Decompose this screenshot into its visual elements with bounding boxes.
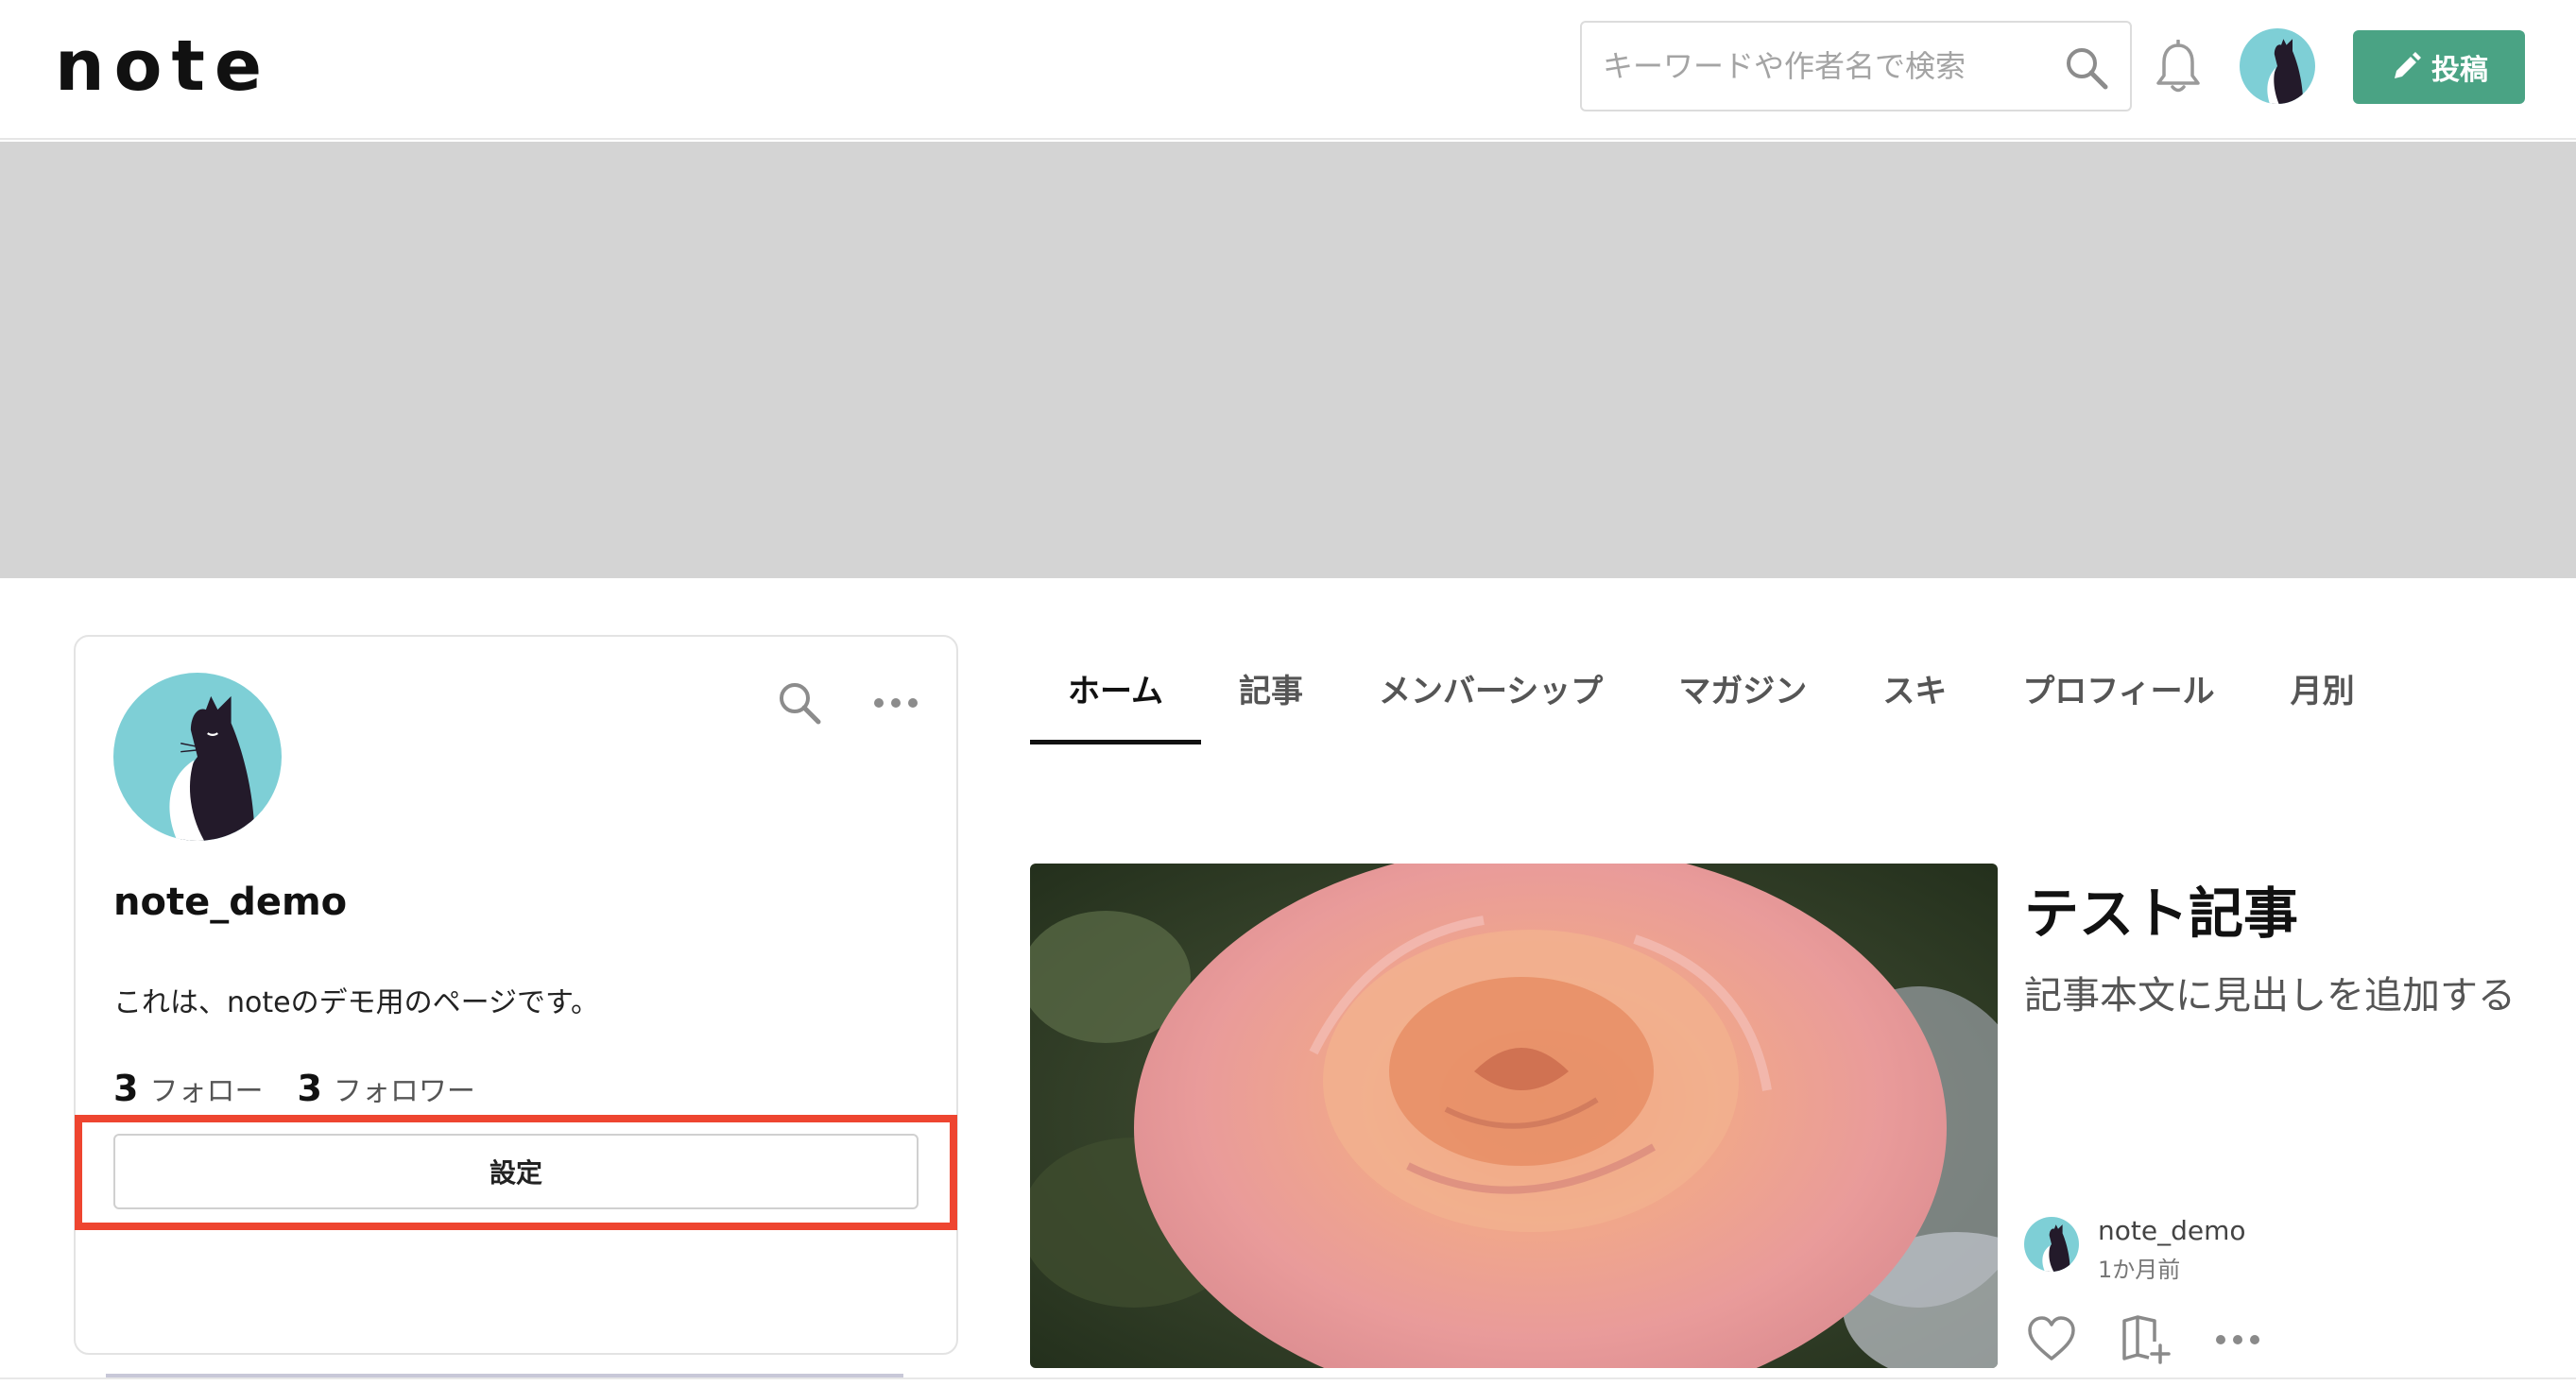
tab-articles[interactable]: 記事	[1201, 652, 1341, 744]
profile-username: note_demo	[113, 881, 348, 924]
search-icon[interactable]	[775, 678, 824, 727]
bell-icon[interactable]	[2155, 40, 2202, 94]
heart-icon[interactable]	[2026, 1313, 2077, 1366]
more-options-icon[interactable]	[869, 686, 922, 720]
settings-button[interactable]: 設定	[113, 1134, 919, 1209]
header-banner	[0, 142, 2576, 578]
rose-image	[1030, 864, 1998, 1368]
search-icon[interactable]	[2062, 43, 2111, 93]
page-bottom-divider	[0, 1377, 2576, 1379]
tab-membership[interactable]: メンバーシップ	[1341, 652, 1640, 744]
author-name[interactable]: note_demo	[2098, 1215, 2246, 1246]
profile-card: note_demo これは、noteのデモ用のページです。 3 フォロー 3 フ…	[74, 635, 958, 1355]
profile-bio: これは、noteのデモ用のページです。	[113, 986, 599, 1019]
tab-home[interactable]: ホーム	[1030, 652, 1201, 744]
article-title[interactable]: テスト記事	[2024, 869, 2298, 949]
post-button-label: 投稿	[2431, 54, 2488, 87]
profile-tabs: ホーム 記事 メンバーシップ マガジン スキ プロフィール 月別	[1030, 652, 2393, 746]
cat-avatar-icon	[2240, 28, 2315, 104]
post-button[interactable]: 投稿	[2353, 30, 2525, 104]
follower-count[interactable]: 3	[297, 1068, 321, 1109]
tab-profile[interactable]: プロフィール	[1984, 652, 2252, 744]
tab-magazine[interactable]: マガジン	[1640, 652, 1845, 744]
article-excerpt[interactable]: 記事本文に見出しを追加する	[2024, 966, 2516, 1026]
follower-label[interactable]: フォロワー	[334, 1068, 475, 1109]
note-logo[interactable]: note	[55, 28, 271, 104]
follow-stats: 3 フォロー 3 フォロワー	[113, 1068, 475, 1109]
follow-label[interactable]: フォロー	[149, 1068, 263, 1109]
pencil-icon	[2395, 52, 2421, 78]
search-input[interactable]	[1603, 42, 2047, 91]
author-avatar[interactable]	[2024, 1217, 2079, 1272]
article-time: 1か月前	[2098, 1257, 2181, 1283]
user-avatar[interactable]	[2240, 28, 2315, 104]
article-thumbnail[interactable]	[1030, 864, 1998, 1368]
search-box[interactable]	[1580, 21, 2132, 111]
follow-count[interactable]: 3	[113, 1068, 138, 1109]
cat-avatar-icon	[113, 673, 282, 841]
tab-monthly[interactable]: 月別	[2253, 652, 2393, 744]
top-header: note 投稿	[0, 0, 2576, 140]
profile-avatar[interactable]	[113, 673, 282, 841]
add-to-magazine-icon[interactable]	[2121, 1313, 2172, 1366]
more-options-icon[interactable]	[2211, 1313, 2264, 1366]
cat-avatar-icon	[2024, 1217, 2079, 1272]
tab-likes[interactable]: スキ	[1845, 652, 1984, 744]
